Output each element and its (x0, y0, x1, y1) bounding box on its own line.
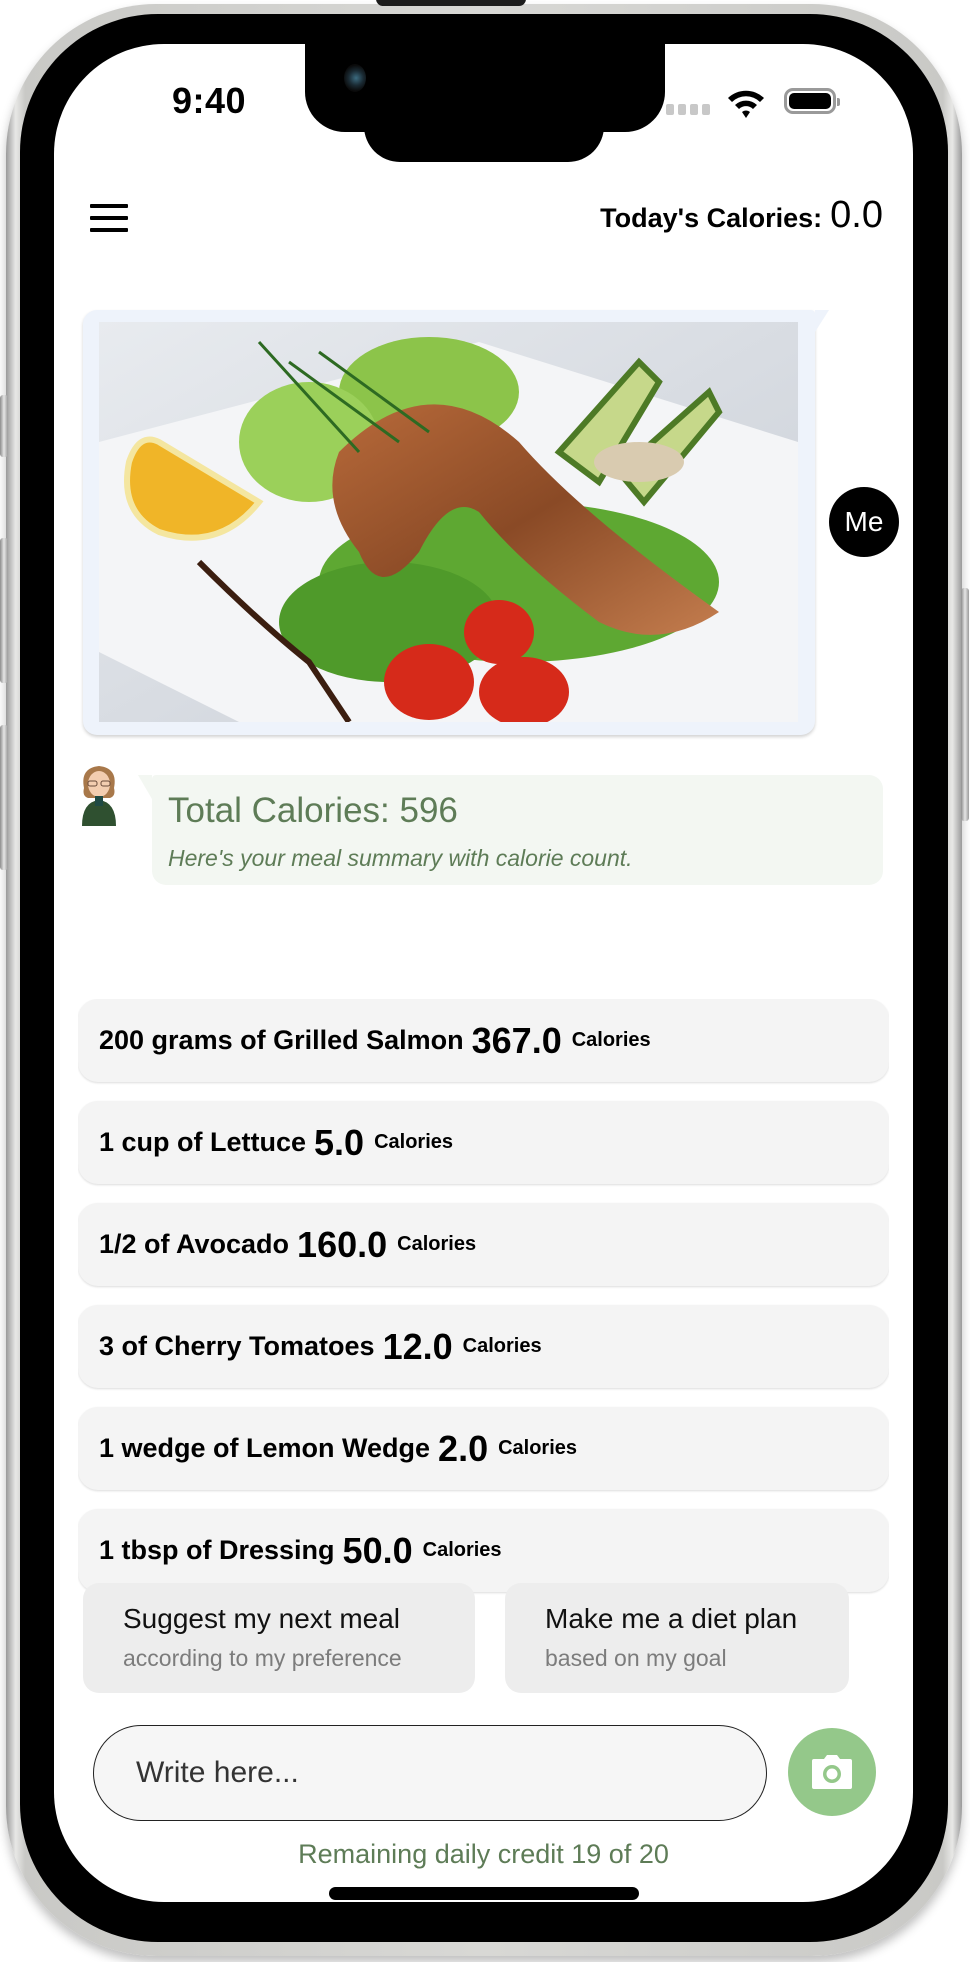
power-button (961, 588, 969, 821)
food-calories: 50.0 (342, 1529, 413, 1571)
remaining-credit: Remaining daily credit 19 of 20 (298, 1839, 669, 1869)
food-calories-unit: Calories (374, 1131, 454, 1153)
volume-down-button (0, 725, 8, 870)
food-calories: 2.0 (438, 1427, 489, 1469)
food-description: 1 wedge of Lemon Wedge (99, 1433, 431, 1463)
food-description: 1 tbsp of Dressing (99, 1535, 335, 1565)
make-diet-plan-button[interactable]: Make me a diet plan based on my goal (505, 1583, 849, 1693)
food-calories-unit: Calories (397, 1233, 477, 1255)
food-calories: 160.0 (297, 1223, 388, 1265)
food-item[interactable]: 1/2 of Avocado 160.0 Calories (78, 1203, 889, 1286)
wifi-icon (728, 90, 764, 118)
food-item-list[interactable]: 200 grams of Grilled Salmon 367.0 Calori… (78, 999, 889, 1627)
chip-title: Suggest my next meal (123, 1603, 401, 1634)
battery-icon (784, 88, 840, 114)
food-description: 1/2 of Avocado (99, 1229, 290, 1259)
food-calories: 367.0 (471, 1019, 562, 1061)
message-input-placeholder: Write here... (136, 1756, 299, 1789)
food-item[interactable]: 1 wedge of Lemon Wedge 2.0 Calories (78, 1407, 889, 1490)
dynamic-island-lower (364, 44, 604, 162)
action-button (0, 395, 8, 457)
food-calories-unit: Calories (571, 1029, 651, 1051)
status-time: 9:40 (172, 80, 247, 121)
food-item[interactable]: 1 tbsp of Dressing 50.0 Calories (78, 1509, 889, 1592)
front-camera-icon (344, 64, 366, 92)
food-description: 1 cup of Lettuce (99, 1127, 307, 1157)
food-item[interactable]: 1 cup of Lettuce 5.0 Calories (78, 1101, 889, 1184)
screen: 9:40 Today's Calories: 0.0 Me Total Calo… (54, 44, 913, 1902)
chip-subtitle: according to my preference (123, 1645, 402, 1671)
food-description: 3 of Cherry Tomatoes (99, 1331, 375, 1361)
food-calories-unit: Calories (498, 1437, 578, 1459)
user-avatar: Me (829, 487, 899, 557)
chip-title: Make me a diet plan (545, 1603, 798, 1634)
hamburger-menu-icon[interactable] (90, 204, 128, 232)
food-calories: 5.0 (314, 1121, 365, 1163)
meal-summary-subtitle: Here's your meal summary with calorie co… (168, 845, 633, 871)
assistant-message: Total Calories: 596 Here's your meal sum… (138, 775, 883, 885)
todays-calories-value: 0.0 (830, 194, 883, 236)
chip-subtitle: based on my goal (545, 1645, 727, 1671)
suggest-next-meal-button[interactable]: Suggest my next meal according to my pre… (83, 1583, 475, 1693)
volume-up-button (0, 538, 8, 683)
home-indicator[interactable] (329, 1887, 639, 1900)
todays-calories-label: Today's Calories: (600, 203, 823, 233)
cellular-signal-icon (666, 104, 710, 115)
todays-calories: Today's Calories: 0.0 (600, 194, 883, 237)
food-item[interactable]: 200 grams of Grilled Salmon 367.0 Calori… (78, 999, 889, 1082)
meal-photo-illustration (99, 322, 798, 722)
total-calories-title: Total Calories: 596 (168, 791, 458, 830)
food-description: 200 grams of Grilled Salmon (99, 1025, 464, 1055)
meal-photo[interactable] (99, 322, 798, 722)
food-item[interactable]: 3 of Cherry Tomatoes 12.0 Calories (78, 1305, 889, 1388)
assistant-avatar (82, 766, 116, 826)
speaker-grille (376, 0, 526, 6)
food-calories: 12.0 (382, 1325, 453, 1367)
food-calories-unit: Calories (462, 1335, 542, 1357)
camera-button[interactable] (788, 1728, 876, 1816)
camera-icon (812, 1755, 852, 1789)
user-image-message (83, 310, 829, 735)
message-input[interactable]: Write here... (93, 1725, 767, 1821)
food-calories-unit: Calories (422, 1539, 502, 1561)
